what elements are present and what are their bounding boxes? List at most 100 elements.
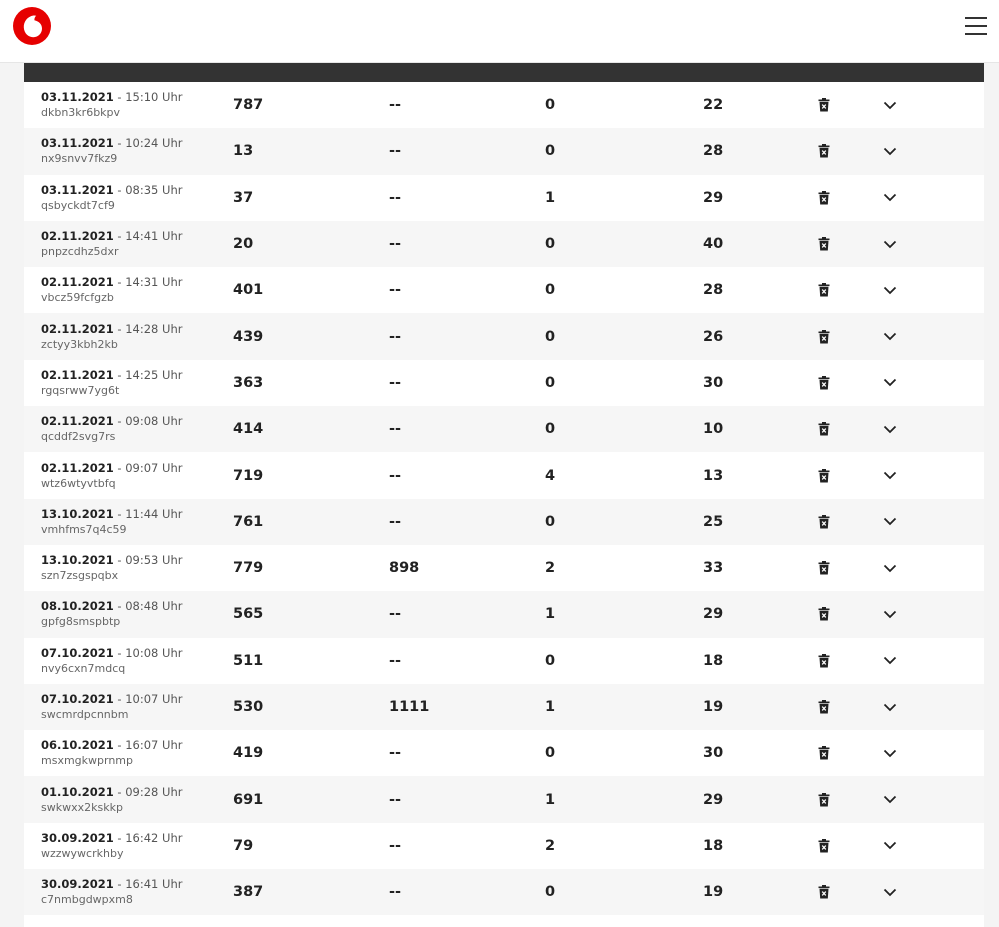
chevron-down-icon[interactable] bbox=[882, 560, 898, 576]
table-row: 13.10.2021 - 09:53 Uhr szn7zsgspqbx 779 … bbox=[24, 544, 984, 592]
chevron-down-icon[interactable] bbox=[882, 282, 898, 298]
entry-id-cell: 03.11.2021 - 10:24 Uhr nx9snvv7fkz9 bbox=[24, 136, 216, 166]
entry-datetime: 03.11.2021 - 15:10 Uhr bbox=[41, 90, 216, 105]
chevron-down-icon[interactable] bbox=[882, 606, 898, 622]
value-col-2: -- bbox=[389, 143, 402, 160]
chevron-down-icon[interactable] bbox=[882, 514, 898, 530]
value-col-2: -- bbox=[389, 652, 402, 669]
chevron-down-icon[interactable] bbox=[882, 190, 898, 206]
entry-date: 03.11.2021 bbox=[41, 90, 114, 105]
value-col-1: 439 bbox=[233, 328, 264, 345]
entry-datetime: 02.11.2021 - 14:41 Uhr bbox=[41, 229, 216, 244]
entry-code: rgqsrww7yg6t bbox=[41, 383, 120, 397]
delete-icon[interactable] bbox=[816, 514, 832, 530]
value-col-2: -- bbox=[389, 467, 402, 484]
entry-time: - 11:44 Uhr bbox=[113, 506, 183, 521]
table-row: 02.11.2021 - 14:41 Uhr pnpzcdhz5dxr 20 -… bbox=[24, 220, 984, 268]
entry-time: - 09:07 Uhr bbox=[113, 460, 183, 475]
chevron-down-icon[interactable] bbox=[882, 329, 898, 345]
chevron-down-icon[interactable] bbox=[882, 143, 898, 159]
value-col-2: -- bbox=[389, 606, 402, 623]
entry-time: - 09:08 Uhr bbox=[113, 414, 183, 429]
table-header bbox=[24, 62, 984, 82]
delete-icon[interactable] bbox=[816, 699, 832, 715]
delete-icon[interactable] bbox=[816, 421, 832, 437]
value-col-3: 0 bbox=[545, 143, 556, 160]
page: 03.11.2021 - 15:10 Uhr dkbn3kr6bkpv 787 … bbox=[0, 0, 999, 927]
value-col-3: 0 bbox=[545, 884, 556, 901]
value-col-2: -- bbox=[389, 189, 402, 206]
chevron-down-icon[interactable] bbox=[882, 97, 898, 113]
delete-icon[interactable] bbox=[816, 745, 832, 761]
value-col-3: 0 bbox=[545, 652, 556, 669]
entry-code: szn7zsgspqbx bbox=[41, 569, 119, 583]
entry-datetime: 08.10.2021 - 08:48 Uhr bbox=[41, 599, 216, 614]
entry-date: 06.10.2021 bbox=[41, 738, 114, 753]
entry-datetime: 30.09.2021 - 16:42 Uhr bbox=[41, 831, 216, 846]
entry-id-cell: 06.10.2021 - 16:07 Uhr msxmgkwprnmp bbox=[24, 738, 216, 768]
delete-icon[interactable] bbox=[816, 190, 832, 206]
entry-time: - 16:41 Uhr bbox=[113, 877, 183, 892]
delete-icon[interactable] bbox=[816, 282, 832, 298]
value-col-3: 0 bbox=[545, 328, 556, 345]
delete-icon[interactable] bbox=[816, 329, 832, 345]
value-col-3: 0 bbox=[545, 282, 556, 299]
delete-icon[interactable] bbox=[816, 792, 832, 808]
entry-time: - 08:48 Uhr bbox=[113, 599, 183, 614]
delete-icon[interactable] bbox=[816, 375, 832, 391]
value-col-1: 779 bbox=[233, 560, 264, 577]
chevron-down-icon[interactable] bbox=[882, 745, 898, 761]
delete-icon[interactable] bbox=[816, 884, 832, 900]
value-col-4: 18 bbox=[703, 837, 724, 854]
delete-icon[interactable] bbox=[816, 143, 832, 159]
value-col-1: 719 bbox=[233, 467, 264, 484]
chevron-down-icon[interactable] bbox=[882, 421, 898, 437]
entry-date: 13.10.2021 bbox=[41, 553, 114, 568]
table-row: 02.11.2021 - 14:28 Uhr zctyy3kbh2kb 439 … bbox=[24, 313, 984, 360]
delete-icon[interactable] bbox=[816, 560, 832, 576]
entry-code: wzzwywcrkhby bbox=[41, 846, 124, 860]
entry-code: c7nmbgdwpxm8 bbox=[41, 893, 133, 907]
chevron-down-icon[interactable] bbox=[882, 236, 898, 252]
chevron-down-icon[interactable] bbox=[882, 884, 898, 900]
value-col-2: -- bbox=[389, 374, 402, 391]
chevron-down-icon[interactable] bbox=[882, 792, 898, 808]
table-row: 02.11.2021 - 14:31 Uhr vbcz59fcfgzb 401 … bbox=[24, 267, 984, 314]
value-col-3: 4 bbox=[545, 467, 556, 484]
chevron-down-icon[interactable] bbox=[882, 468, 898, 484]
chevron-down-icon[interactable] bbox=[882, 653, 898, 669]
delete-icon[interactable] bbox=[816, 97, 832, 113]
entry-date: 02.11.2021 bbox=[41, 321, 114, 336]
chevron-down-icon[interactable] bbox=[882, 699, 898, 715]
entry-datetime: 06.10.2021 - 16:07 Uhr bbox=[41, 738, 216, 753]
entry-datetime: 02.11.2021 - 09:07 Uhr bbox=[41, 461, 216, 476]
value-col-4: 30 bbox=[703, 745, 724, 762]
entry-time: - 14:25 Uhr bbox=[113, 367, 183, 382]
value-col-1: 761 bbox=[233, 513, 264, 530]
value-col-3: 2 bbox=[545, 560, 556, 577]
value-col-2: -- bbox=[389, 513, 402, 530]
delete-icon[interactable] bbox=[816, 838, 832, 854]
value-col-4: 40 bbox=[703, 236, 724, 253]
hamburger-menu-icon[interactable] bbox=[963, 13, 989, 39]
entry-date: 08.10.2021 bbox=[41, 599, 114, 614]
vodafone-logo-icon[interactable] bbox=[12, 6, 52, 46]
delete-icon[interactable] bbox=[816, 468, 832, 484]
value-col-2: -- bbox=[389, 745, 402, 762]
chevron-down-icon[interactable] bbox=[882, 375, 898, 391]
delete-icon[interactable] bbox=[816, 236, 832, 252]
entry-id-cell: 13.10.2021 - 11:44 Uhr vmhfms7q4c59 bbox=[24, 507, 216, 537]
table-row: 08.10.2021 - 08:48 Uhr gpfg8smspbtp 565 … bbox=[24, 591, 984, 638]
entry-code: swkwxx2kskkp bbox=[41, 800, 123, 814]
value-col-3: 0 bbox=[545, 236, 556, 253]
table-row: 02.11.2021 - 09:08 Uhr qcddf2svg7rs 414 … bbox=[24, 406, 984, 453]
chevron-down-icon[interactable] bbox=[882, 838, 898, 854]
delete-icon[interactable] bbox=[816, 653, 832, 669]
entry-date: 13.10.2021 bbox=[41, 506, 114, 521]
entry-time: - 10:07 Uhr bbox=[113, 692, 183, 706]
table-row: 03.11.2021 - 08:35 Uhr qsbyckdt7cf9 37 -… bbox=[24, 174, 984, 221]
table-row: 13.10.2021 - 11:44 Uhr vmhfms7q4c59 761 … bbox=[24, 498, 984, 545]
table-row: 06.10.2021 - 16:07 Uhr msxmgkwprnmp 419 … bbox=[24, 730, 984, 777]
results-table: 03.11.2021 - 15:10 Uhr dkbn3kr6bkpv 787 … bbox=[24, 62, 984, 927]
delete-icon[interactable] bbox=[816, 606, 832, 622]
